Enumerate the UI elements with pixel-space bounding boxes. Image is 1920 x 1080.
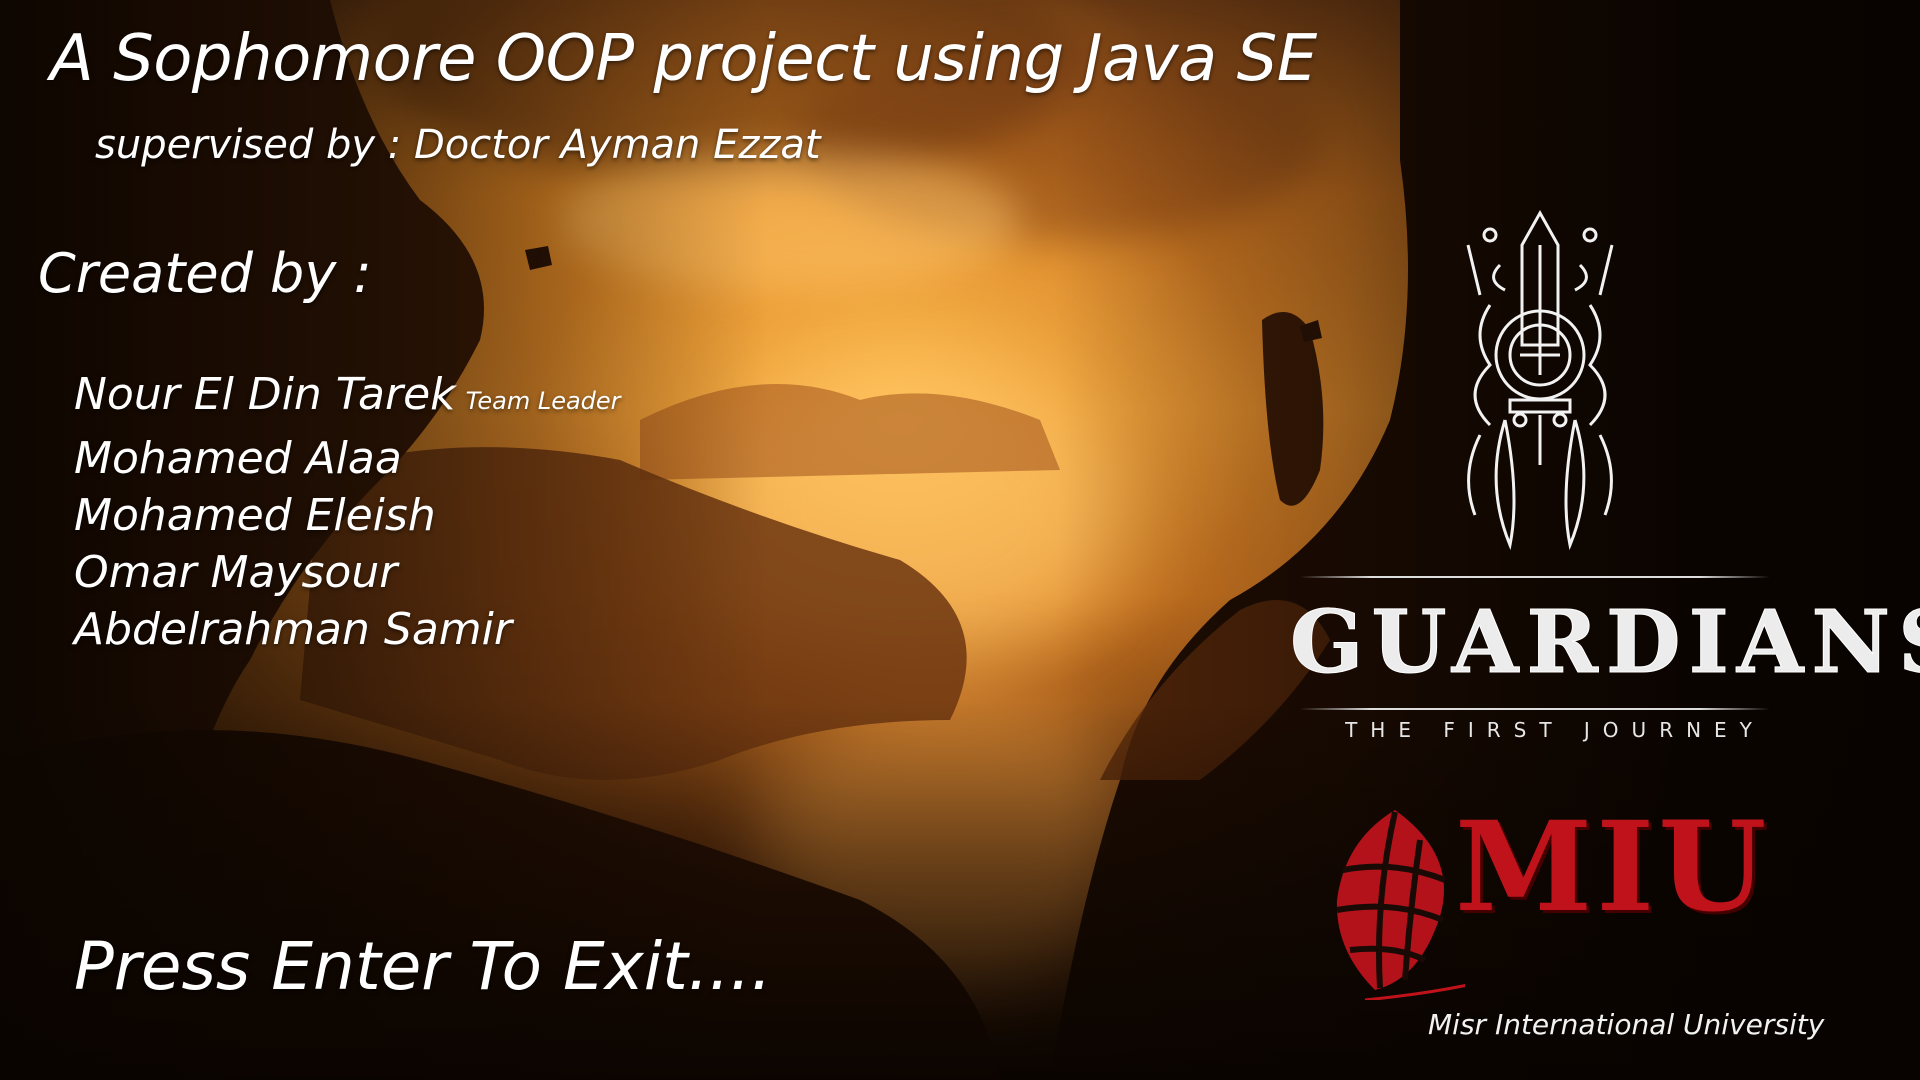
team-member: Abdelrahman Samir — [74, 601, 621, 658]
supervisor-credit: supervised by : Doctor Ayman Ezzat — [95, 122, 821, 168]
team-member: Mohamed Alaa — [74, 430, 621, 487]
guardians-emblem-icon — [1466, 209, 1614, 551]
game-subtitle-logo: THE FIRST JOURNEY — [1345, 718, 1765, 742]
member-name: Nour El Din Tarek — [74, 369, 456, 420]
member-role: Team Leader — [465, 387, 621, 415]
game-title-logo: GUARDIANS — [1290, 592, 1920, 694]
logo-divider — [1300, 576, 1770, 578]
member-name: Omar Maysour — [74, 547, 398, 598]
project-title: A Sophomore OOP project using Java SE — [50, 22, 1317, 96]
created-by-heading: Created by : — [38, 242, 372, 305]
team-member: Omar Maysour — [74, 544, 621, 601]
exit-prompt[interactable]: Press Enter To Exit.... — [74, 928, 772, 1005]
team-member: Mohamed Eleish — [74, 487, 621, 544]
team-members-list: Nour El Din Tarek Team Leader Mohamed Ala… — [74, 366, 621, 658]
globe-icon — [1336, 810, 1465, 1000]
university-name: Misr International University — [1428, 1008, 1825, 1041]
member-name: Mohamed Eleish — [74, 490, 436, 541]
member-name: Mohamed Alaa — [74, 433, 402, 484]
team-member: Nour El Din Tarek Team Leader — [74, 366, 621, 430]
member-name: Abdelrahman Samir — [74, 604, 512, 655]
university-letters-logo: MIU — [1455, 795, 1771, 940]
logo-divider — [1300, 708, 1770, 710]
